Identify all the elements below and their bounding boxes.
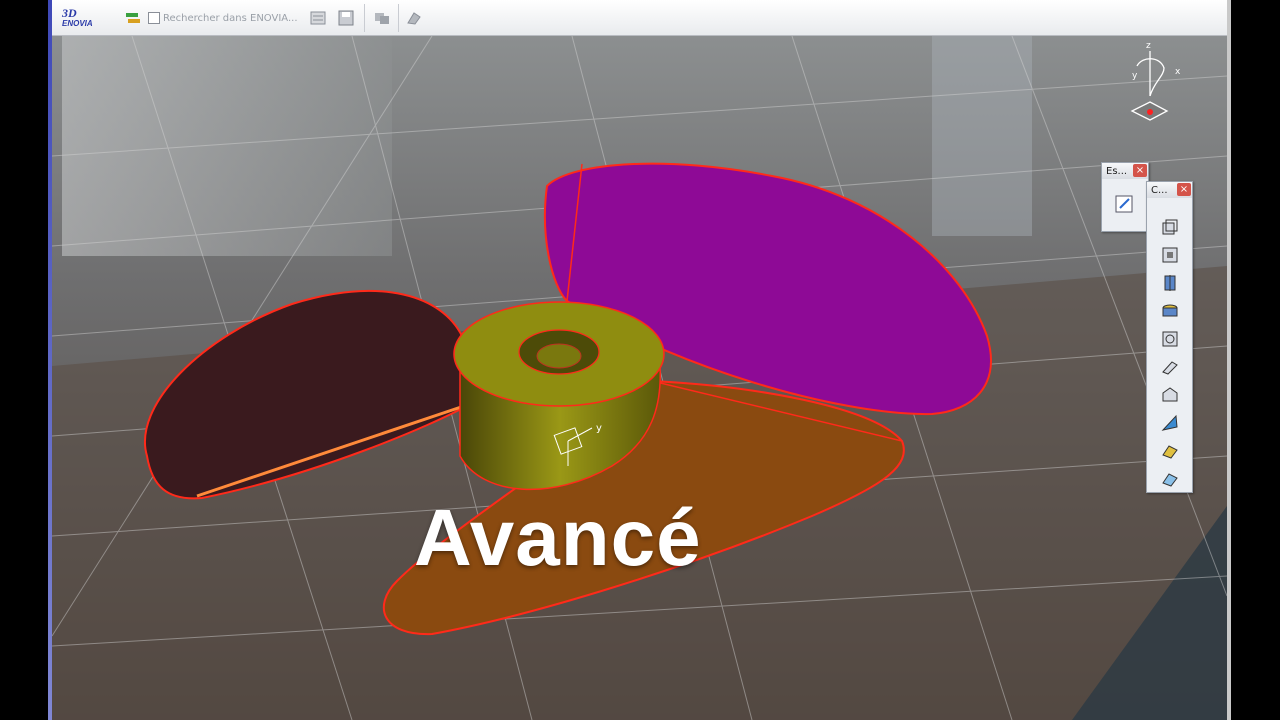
rib-icon [1161, 361, 1178, 375]
background-wall [62, 36, 392, 256]
sketch-button[interactable] [1112, 191, 1138, 217]
pad-button[interactable] [1157, 214, 1183, 240]
background-window [932, 36, 1032, 236]
compass-x-label: x [1175, 67, 1181, 77]
groove-icon [1162, 304, 1177, 317]
enovia-search[interactable]: Rechercher dans ENOVIA... [148, 10, 298, 26]
slot-button[interactable] [1157, 382, 1183, 408]
stiffener-icon [1161, 414, 1178, 431]
removed-loft-button[interactable] [1157, 466, 1183, 492]
search-input[interactable]: Rechercher dans ENOVIA... [163, 13, 298, 24]
catia-window: y z x y 3D ENOVIA Rechercher dans ENOVIA… [52, 0, 1227, 720]
enovia-connect-button[interactable] [122, 4, 144, 32]
overlay-caption: Avancé [414, 493, 702, 582]
part-axis-y-label: y [596, 423, 602, 434]
window-right-border [1227, 0, 1231, 720]
toolbar-separator [398, 4, 399, 32]
enovia-label: ENOVIA [62, 19, 93, 28]
pad-icon [1162, 219, 1177, 235]
panel-title-bar[interactable]: Es... × [1102, 163, 1148, 179]
panel-title: Es... [1106, 165, 1128, 177]
panel-title: C... [1151, 184, 1168, 196]
shaft-button[interactable] [1157, 270, 1183, 296]
stiffener-button[interactable] [1157, 410, 1183, 436]
ds-logo-icon: 3D [62, 6, 77, 20]
close-icon[interactable]: × [1177, 183, 1191, 196]
loft-button[interactable] [1157, 438, 1183, 464]
hole-icon [1162, 331, 1177, 347]
slot-icon [1162, 387, 1177, 402]
3d-viewport[interactable]: y z x y [52, 36, 1227, 720]
close-icon[interactable]: × [1133, 164, 1147, 177]
rib-button[interactable] [1157, 354, 1183, 380]
command-icon [407, 12, 421, 25]
search-checkbox[interactable] [148, 12, 160, 24]
hole-button[interactable] [1157, 326, 1183, 352]
compass-y-label: y [1132, 71, 1138, 81]
shaft-icon [1164, 275, 1175, 291]
removed-loft-icon [1161, 473, 1178, 487]
panel-title-bar[interactable]: C... × [1147, 182, 1192, 198]
search-options-icon [310, 11, 326, 25]
save-icon [338, 10, 354, 26]
command-button[interactable] [402, 4, 426, 32]
enovia-connect-icon [126, 13, 140, 23]
loft-icon [1161, 445, 1178, 459]
pocket-icon [1162, 247, 1177, 263]
part-design-toolbar-panel[interactable]: C... × [1146, 181, 1193, 493]
compass-z-label: z [1146, 41, 1151, 51]
toolbar-separator [364, 4, 365, 32]
sketch-icon [1115, 195, 1133, 213]
link-button[interactable] [370, 4, 394, 32]
link-icon [375, 13, 389, 24]
enovia-logo[interactable]: 3D ENOVIA [62, 4, 112, 32]
save-button[interactable] [334, 4, 358, 32]
search-options-button[interactable] [306, 4, 330, 32]
top-toolbar: 3D ENOVIA Rechercher dans ENOVIA... [52, 0, 1227, 36]
pocket-button[interactable] [1157, 242, 1183, 268]
sketcher-toolbar-panel[interactable]: Es... × [1101, 162, 1149, 232]
groove-button[interactable] [1157, 298, 1183, 324]
